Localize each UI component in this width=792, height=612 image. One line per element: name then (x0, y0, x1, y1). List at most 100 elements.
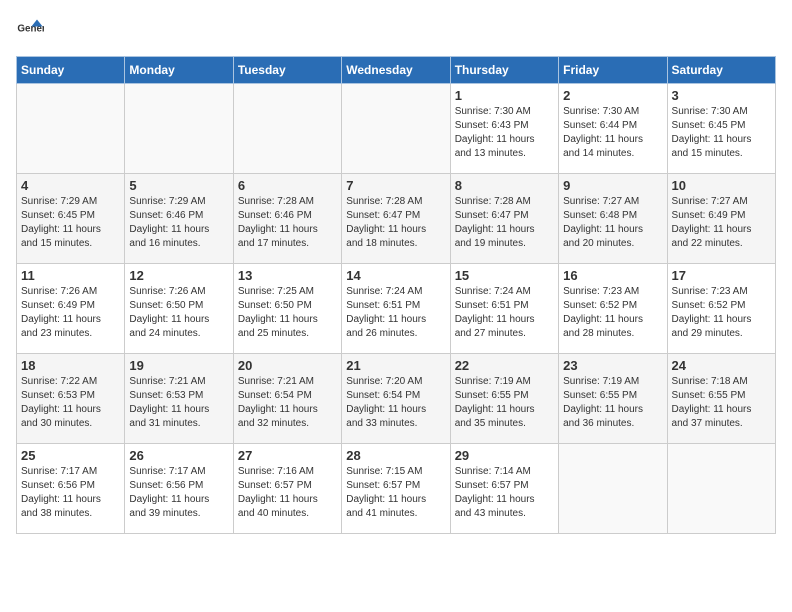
day-detail: Sunrise: 7:28 AM Sunset: 6:46 PM Dayligh… (238, 195, 337, 251)
col-header-friday: Friday (559, 57, 667, 84)
calendar-cell: 11 Sunrise: 7:26 AM Sunset: 6:49 PM Dayli… (17, 264, 125, 354)
day-detail: Sunrise: 7:22 AM Sunset: 6:53 PM Dayligh… (21, 375, 120, 431)
day-number: 22 (455, 358, 554, 373)
day-detail: Sunrise: 7:15 AM Sunset: 6:57 PM Dayligh… (346, 465, 445, 521)
day-number: 28 (346, 448, 445, 463)
calendar-cell: 19 Sunrise: 7:21 AM Sunset: 6:53 PM Dayli… (125, 354, 233, 444)
day-detail: Sunrise: 7:27 AM Sunset: 6:49 PM Dayligh… (672, 195, 771, 251)
calendar-cell: 13 Sunrise: 7:25 AM Sunset: 6:50 PM Dayli… (233, 264, 341, 354)
day-number: 6 (238, 178, 337, 193)
calendar-cell: 6 Sunrise: 7:28 AM Sunset: 6:46 PM Daylig… (233, 174, 341, 264)
day-detail: Sunrise: 7:27 AM Sunset: 6:48 PM Dayligh… (563, 195, 662, 251)
calendar-cell (233, 84, 341, 174)
logo: General (16, 16, 48, 44)
day-number: 8 (455, 178, 554, 193)
day-number: 15 (455, 268, 554, 283)
calendar-cell (125, 84, 233, 174)
calendar-week-row: 18 Sunrise: 7:22 AM Sunset: 6:53 PM Dayli… (17, 354, 776, 444)
day-number: 10 (672, 178, 771, 193)
day-detail: Sunrise: 7:24 AM Sunset: 6:51 PM Dayligh… (455, 285, 554, 341)
calendar-cell: 23Sunrise: 7:19 AM Sunset: 6:55 PM Dayli… (559, 354, 667, 444)
day-number: 17 (672, 268, 771, 283)
day-number: 2 (563, 88, 662, 103)
calendar-week-row: 4 Sunrise: 7:29 AM Sunset: 6:45 PM Daylig… (17, 174, 776, 264)
calendar-cell: 4 Sunrise: 7:29 AM Sunset: 6:45 PM Daylig… (17, 174, 125, 264)
calendar-cell: 20 Sunrise: 7:21 AM Sunset: 6:54 PM Dayli… (233, 354, 341, 444)
day-number: 1 (455, 88, 554, 103)
day-number: 7 (346, 178, 445, 193)
calendar-cell: 15 Sunrise: 7:24 AM Sunset: 6:51 PM Dayli… (450, 264, 558, 354)
day-detail: Sunrise: 7:30 AM Sunset: 6:43 PM Dayligh… (455, 105, 554, 161)
calendar-cell: 8 Sunrise: 7:28 AM Sunset: 6:47 PM Daylig… (450, 174, 558, 264)
day-number: 9 (563, 178, 662, 193)
calendar-header-row: SundayMondayTuesdayWednesdayThursdayFrid… (17, 57, 776, 84)
day-number: 19 (129, 358, 228, 373)
calendar-cell: 21 Sunrise: 7:20 AM Sunset: 6:54 PM Dayli… (342, 354, 450, 444)
day-number: 14 (346, 268, 445, 283)
calendar-cell: 17Sunrise: 7:23 AM Sunset: 6:52 PM Dayli… (667, 264, 775, 354)
day-detail: Sunrise: 7:19 AM Sunset: 6:55 PM Dayligh… (563, 375, 662, 431)
day-number: 26 (129, 448, 228, 463)
day-detail: Sunrise: 7:14 AM Sunset: 6:57 PM Dayligh… (455, 465, 554, 521)
calendar-cell: 28 Sunrise: 7:15 AM Sunset: 6:57 PM Dayli… (342, 444, 450, 534)
day-number: 13 (238, 268, 337, 283)
day-detail: Sunrise: 7:30 AM Sunset: 6:45 PM Dayligh… (672, 105, 771, 161)
calendar-cell: 10 Sunrise: 7:27 AM Sunset: 6:49 PM Dayli… (667, 174, 775, 264)
day-detail: Sunrise: 7:18 AM Sunset: 6:55 PM Dayligh… (672, 375, 771, 431)
col-header-sunday: Sunday (17, 57, 125, 84)
calendar-week-row: 25 Sunrise: 7:17 AM Sunset: 6:56 PM Dayli… (17, 444, 776, 534)
calendar-cell: 12Sunrise: 7:26 AM Sunset: 6:50 PM Dayli… (125, 264, 233, 354)
day-detail: Sunrise: 7:29 AM Sunset: 6:45 PM Dayligh… (21, 195, 120, 251)
calendar-cell: 2 Sunrise: 7:30 AM Sunset: 6:44 PM Daylig… (559, 84, 667, 174)
col-header-tuesday: Tuesday (233, 57, 341, 84)
day-number: 29 (455, 448, 554, 463)
day-number: 18 (21, 358, 120, 373)
day-detail: Sunrise: 7:21 AM Sunset: 6:54 PM Dayligh… (238, 375, 337, 431)
logo-icon: General (16, 16, 44, 44)
day-number: 21 (346, 358, 445, 373)
calendar-cell (342, 84, 450, 174)
day-number: 5 (129, 178, 228, 193)
day-number: 11 (21, 268, 120, 283)
day-number: 20 (238, 358, 337, 373)
col-header-thursday: Thursday (450, 57, 558, 84)
day-number: 25 (21, 448, 120, 463)
calendar-cell: 5 Sunrise: 7:29 AM Sunset: 6:46 PM Daylig… (125, 174, 233, 264)
day-detail: Sunrise: 7:23 AM Sunset: 6:52 PM Dayligh… (563, 285, 662, 341)
day-detail: Sunrise: 7:26 AM Sunset: 6:49 PM Dayligh… (21, 285, 120, 341)
day-detail: Sunrise: 7:29 AM Sunset: 6:46 PM Dayligh… (129, 195, 228, 251)
calendar-cell: 26 Sunrise: 7:17 AM Sunset: 6:56 PM Dayli… (125, 444, 233, 534)
calendar-cell (17, 84, 125, 174)
day-detail: Sunrise: 7:21 AM Sunset: 6:53 PM Dayligh… (129, 375, 228, 431)
day-number: 16 (563, 268, 662, 283)
calendar-cell: 1 Sunrise: 7:30 AM Sunset: 6:43 PM Daylig… (450, 84, 558, 174)
day-detail: Sunrise: 7:28 AM Sunset: 6:47 PM Dayligh… (455, 195, 554, 251)
day-detail: Sunrise: 7:17 AM Sunset: 6:56 PM Dayligh… (129, 465, 228, 521)
calendar-week-row: 1 Sunrise: 7:30 AM Sunset: 6:43 PM Daylig… (17, 84, 776, 174)
day-detail: Sunrise: 7:24 AM Sunset: 6:51 PM Dayligh… (346, 285, 445, 341)
day-detail: Sunrise: 7:30 AM Sunset: 6:44 PM Dayligh… (563, 105, 662, 161)
day-detail: Sunrise: 7:25 AM Sunset: 6:50 PM Dayligh… (238, 285, 337, 341)
day-detail: Sunrise: 7:26 AM Sunset: 6:50 PM Dayligh… (129, 285, 228, 341)
calendar-table: SundayMondayTuesdayWednesdayThursdayFrid… (16, 56, 776, 534)
page-header: General (16, 16, 776, 44)
calendar-cell: 14 Sunrise: 7:24 AM Sunset: 6:51 PM Dayli… (342, 264, 450, 354)
calendar-cell: 3 Sunrise: 7:30 AM Sunset: 6:45 PM Daylig… (667, 84, 775, 174)
day-number: 27 (238, 448, 337, 463)
day-detail: Sunrise: 7:20 AM Sunset: 6:54 PM Dayligh… (346, 375, 445, 431)
col-header-monday: Monday (125, 57, 233, 84)
calendar-cell: 16 Sunrise: 7:23 AM Sunset: 6:52 PM Dayli… (559, 264, 667, 354)
calendar-cell: 25 Sunrise: 7:17 AM Sunset: 6:56 PM Dayli… (17, 444, 125, 534)
col-header-wednesday: Wednesday (342, 57, 450, 84)
calendar-cell: 9 Sunrise: 7:27 AM Sunset: 6:48 PM Daylig… (559, 174, 667, 264)
calendar-cell (667, 444, 775, 534)
day-detail: Sunrise: 7:17 AM Sunset: 6:56 PM Dayligh… (21, 465, 120, 521)
calendar-week-row: 11 Sunrise: 7:26 AM Sunset: 6:49 PM Dayli… (17, 264, 776, 354)
calendar-cell: 27Sunrise: 7:16 AM Sunset: 6:57 PM Dayli… (233, 444, 341, 534)
calendar-cell: 24 Sunrise: 7:18 AM Sunset: 6:55 PM Dayli… (667, 354, 775, 444)
calendar-cell: 29 Sunrise: 7:14 AM Sunset: 6:57 PM Dayli… (450, 444, 558, 534)
day-number: 4 (21, 178, 120, 193)
day-number: 24 (672, 358, 771, 373)
day-number: 3 (672, 88, 771, 103)
day-detail: Sunrise: 7:19 AM Sunset: 6:55 PM Dayligh… (455, 375, 554, 431)
